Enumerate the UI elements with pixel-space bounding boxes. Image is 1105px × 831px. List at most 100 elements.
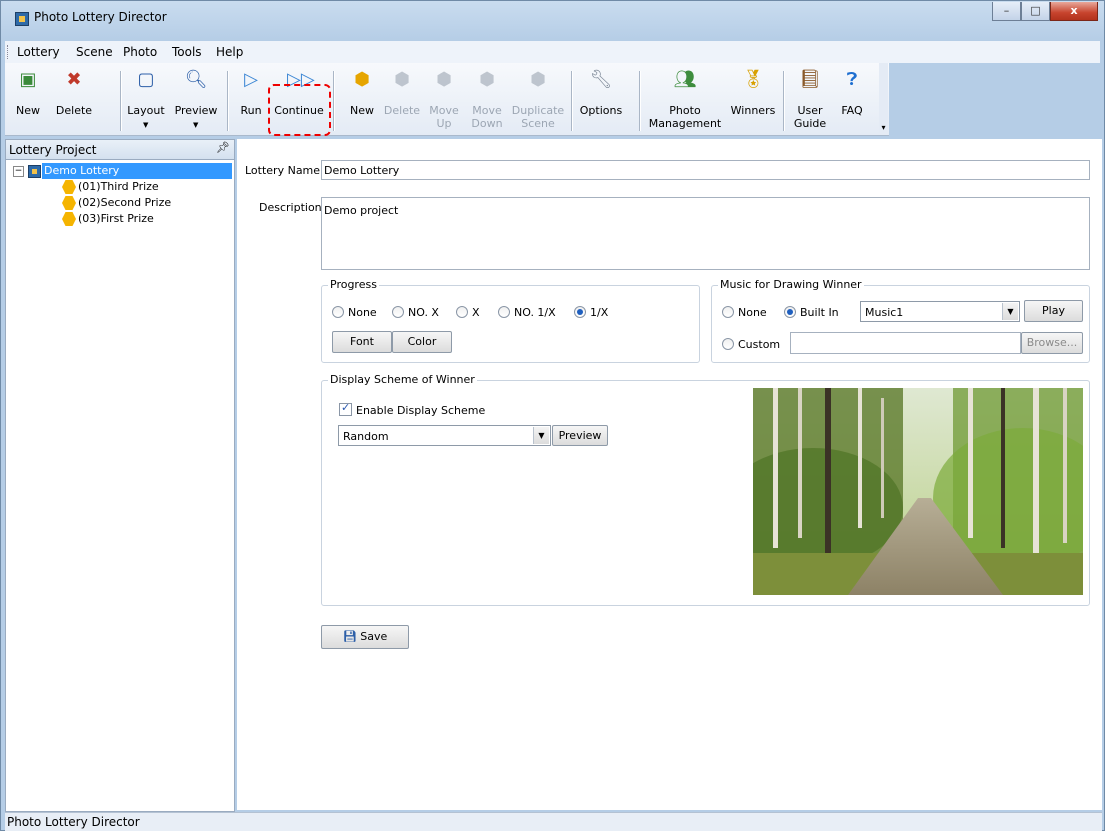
tree-scene-item[interactable]: (03)First Prize xyxy=(12,211,232,227)
toolbar-overflow-button[interactable]: ▾ xyxy=(879,63,888,135)
book-icon: 📘︎ xyxy=(798,69,822,90)
menu-tools[interactable]: Tools xyxy=(172,45,202,59)
minimize-button[interactable]: – xyxy=(992,2,1021,21)
progress-no-1x-label: NO. 1/X xyxy=(514,306,556,319)
play-icon: ▷ xyxy=(244,69,258,90)
scheme-preview-button[interactable]: Preview xyxy=(552,425,608,446)
tree-root[interactable]: − Demo Lottery xyxy=(12,163,232,179)
new-scene-button[interactable]: ⬢ New xyxy=(343,66,381,132)
close-button[interactable]: x xyxy=(1050,2,1098,21)
description-input[interactable]: Demo project xyxy=(321,197,1090,270)
progress-x-radio[interactable]: X xyxy=(456,306,480,319)
layout-icon: ▢ xyxy=(137,69,155,90)
move-down-button[interactable]: ⬢ Move Down xyxy=(465,66,509,132)
panel-header: Lottery Project 📌︎ xyxy=(6,140,234,160)
window-controls: – □ x xyxy=(992,2,1098,21)
delete-lottery-label: Delete xyxy=(55,104,93,117)
toolbar-separator xyxy=(227,71,229,131)
progress-x-label: X xyxy=(472,306,480,319)
music-group: Music for Drawing Winner None Built In M… xyxy=(711,278,1090,363)
faq-button[interactable]: ❓︎ FAQ xyxy=(833,66,871,132)
photo-management-button[interactable]: 👥︎ Photo Management xyxy=(645,66,725,132)
app-window: Photo Lottery Director – □ x Lottery Sce… xyxy=(0,0,1105,831)
run-button[interactable]: ▷ Run xyxy=(233,66,269,132)
delete-lottery-button[interactable]: ✖ Delete xyxy=(51,66,97,132)
layout-button[interactable]: ▢ Layout ▼ xyxy=(121,66,171,132)
floppy-disk-icon: 💾︎ xyxy=(342,630,357,643)
custom-music-path-input[interactable] xyxy=(790,332,1021,354)
collapse-icon[interactable]: − xyxy=(13,166,24,177)
move-up-label: Move Up xyxy=(429,104,459,130)
music-custom-radio[interactable]: Custom xyxy=(722,338,780,351)
status-text: Photo Lottery Director xyxy=(7,815,140,829)
scene-icon xyxy=(62,212,76,226)
lottery-project-panel: Lottery Project 📌︎ − Demo Lottery (01)Th… xyxy=(5,139,235,812)
progress-1x-label: 1/X xyxy=(590,306,609,319)
browse-button[interactable]: Browse... xyxy=(1021,332,1083,354)
app-icon xyxy=(15,12,29,26)
chevron-down-icon: ▼ xyxy=(143,121,149,129)
music-custom-label: Custom xyxy=(738,338,781,351)
preview-button[interactable]: 🔍︎ Preview ▼ xyxy=(171,66,221,132)
photo-management-label: Photo Management xyxy=(648,104,722,130)
menu-scene[interactable]: Scene xyxy=(76,45,113,59)
user-guide-label: User Guide xyxy=(793,104,827,130)
maximize-button[interactable]: □ xyxy=(1021,2,1050,21)
color-button[interactable]: Color xyxy=(392,331,452,353)
lottery-name-label: Lottery Name xyxy=(245,164,321,177)
enable-display-scheme-checkbox[interactable]: Enable Display Scheme xyxy=(339,401,485,417)
winners-button[interactable]: 🏅︎ Winners xyxy=(727,66,779,132)
progress-1x-radio[interactable]: 1/X xyxy=(574,306,608,319)
music-track-select[interactable]: Music1 ▼ xyxy=(860,301,1020,322)
music-title: Music for Drawing Winner xyxy=(718,278,864,291)
progress-group: Progress None NO. X X NO. 1/X 1/X Font C… xyxy=(321,278,700,363)
music-built-in-radio[interactable]: Built In xyxy=(784,306,839,319)
duplicate-scene-button[interactable]: ⬢ Duplicate Scene xyxy=(509,66,567,132)
new-lottery-label: New xyxy=(16,104,40,117)
title-bar[interactable]: Photo Lottery Director – □ x xyxy=(1,1,1104,35)
scene-icon xyxy=(62,180,76,194)
lottery-name-input[interactable]: Demo Lottery xyxy=(321,160,1090,180)
chevron-down-icon[interactable]: ▼ xyxy=(533,427,549,444)
tree-root-label[interactable]: Demo Lottery xyxy=(42,163,232,179)
user-guide-button[interactable]: 📘︎ User Guide xyxy=(789,66,831,132)
music-none-radio[interactable]: None xyxy=(722,306,767,319)
delete-scene-button[interactable]: ⬢ Delete xyxy=(381,66,423,132)
progress-no-1x-radio[interactable]: NO. 1/X xyxy=(498,306,556,319)
move-down-label: Move Down xyxy=(471,104,503,130)
progress-none-radio[interactable]: None xyxy=(332,306,377,319)
medal-icon: 🏅︎ xyxy=(741,69,765,90)
progress-none-label: None xyxy=(348,306,377,319)
display-scheme-select[interactable]: Random ▼ xyxy=(338,425,551,446)
pin-icon[interactable]: 📌︎ xyxy=(216,141,230,154)
scene-label[interactable]: (01)Third Prize xyxy=(78,179,159,195)
scene-label[interactable]: (03)First Prize xyxy=(78,211,154,227)
menu-grip[interactable] xyxy=(7,45,10,59)
play-button[interactable]: Play xyxy=(1024,300,1083,322)
save-button[interactable]: 💾︎ Save xyxy=(321,625,409,649)
progress-no-x-radio[interactable]: NO. X xyxy=(392,306,439,319)
wrench-icon: 🔧︎ xyxy=(589,69,613,90)
duplicate-icon: ⬢ xyxy=(530,69,546,90)
toolbar-separator xyxy=(333,71,335,131)
menu-lottery[interactable]: Lottery xyxy=(17,45,60,59)
delete-project-icon: ✖ xyxy=(66,69,82,90)
new-lottery-button[interactable]: ▣ New xyxy=(5,66,51,132)
move-up-button[interactable]: ⬢ Move Up xyxy=(423,66,465,132)
progress-title: Progress xyxy=(328,278,379,291)
tree-scene-item[interactable]: (01)Third Prize xyxy=(12,179,232,195)
chevron-down-icon[interactable]: ▼ xyxy=(1002,303,1018,320)
menu-help[interactable]: Help xyxy=(216,45,243,59)
menu-photo[interactable]: Photo xyxy=(123,45,157,59)
help-icon: ❓︎ xyxy=(846,69,858,90)
font-button[interactable]: Font xyxy=(332,331,392,353)
display-scheme-value: Random xyxy=(343,430,389,443)
scene-label[interactable]: (02)Second Prize xyxy=(78,195,171,211)
project-tree: − Demo Lottery (01)Third Prize (02)Secon… xyxy=(12,163,232,227)
music-built-in-label: Built In xyxy=(800,306,839,319)
window-title: Photo Lottery Director xyxy=(34,10,167,24)
tree-scene-item[interactable]: (02)Second Prize xyxy=(12,195,232,211)
options-button[interactable]: 🔧︎ Options xyxy=(573,66,629,132)
new-project-icon: ▣ xyxy=(19,69,37,90)
toolbar-separator xyxy=(639,71,641,131)
